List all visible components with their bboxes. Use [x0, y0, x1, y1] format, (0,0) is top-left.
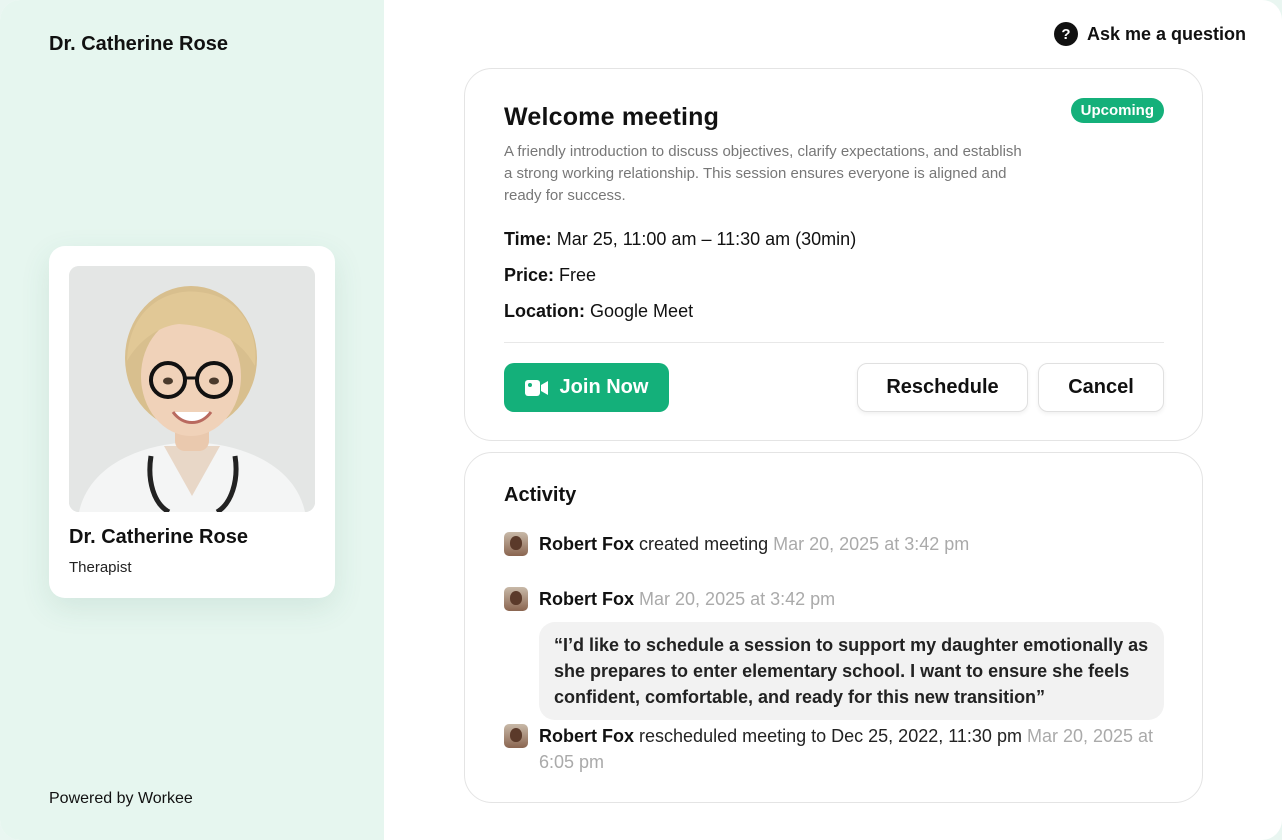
cancel-button[interactable]: Cancel: [1038, 363, 1164, 412]
brand-name: Dr. Catherine Rose: [49, 33, 228, 55]
meeting-price-row: Price: Free: [504, 265, 596, 286]
activity-action: rescheduled meeting to Dec 25, 2022, 11:…: [639, 726, 1022, 746]
ask-question-link[interactable]: ? Ask me a question: [1053, 22, 1246, 46]
profile-role: Therapist: [69, 559, 132, 576]
avatar: [504, 532, 528, 556]
activity-entry: Robert Fox rescheduled meeting to Dec 25…: [504, 723, 1164, 775]
reschedule-button[interactable]: Reschedule: [857, 363, 1028, 412]
status-badge: Upcoming: [1070, 98, 1164, 123]
question-icon: ?: [1053, 22, 1078, 46]
activity-card: Activity Robert Fox created meeting Mar …: [464, 452, 1203, 803]
location-label: Location:: [504, 301, 585, 321]
ask-question-label: Ask me a question: [1086, 23, 1246, 44]
time-label: Time:: [504, 229, 552, 249]
profile-card: Dr. Catherine Rose Therapist: [49, 246, 335, 598]
activity-timestamp: Mar 20, 2025 at 3:42 pm: [639, 589, 836, 609]
meeting-title: Welcome meeting: [504, 103, 720, 131]
profile-photo: [69, 266, 315, 512]
activity-entry: Robert Fox Mar 20, 2025 at 3:42 pm: [504, 586, 1164, 612]
activity-user[interactable]: Robert Fox: [539, 726, 634, 746]
activity-entry: Robert Fox created meeting Mar 20, 2025 …: [504, 531, 1164, 557]
time-value: Mar 25, 11:00 am – 11:30 am (30min): [556, 229, 857, 249]
comment-bubble: “I’d like to schedule a session to suppo…: [539, 622, 1164, 720]
video-camera-icon: [524, 379, 548, 396]
activity-timestamp: Mar 20, 2025 at 3:42 pm: [773, 534, 970, 554]
powered-by-text: Powered by Workee: [49, 790, 193, 807]
location-value: Google Meet: [590, 301, 694, 321]
price-value: Free: [559, 265, 597, 285]
avatar: [504, 724, 528, 748]
app-window: Dr. Catherine Rose Dr. Catherine Rose Th…: [0, 0, 1282, 840]
activity-action: created meeting: [639, 534, 769, 554]
meeting-card: Welcome meeting Upcoming A friendly intr…: [464, 68, 1203, 441]
divider: [504, 342, 1164, 343]
join-now-button[interactable]: Join Now: [504, 363, 669, 412]
meeting-time-row: Time: Mar 25, 11:00 am – 11:30 am (30min…: [504, 229, 856, 250]
join-now-label: Join Now: [559, 376, 649, 398]
sidebar: Dr. Catherine Rose Dr. Catherine Rose Th…: [0, 0, 384, 840]
activity-title: Activity: [504, 484, 577, 506]
activity-user[interactable]: Robert Fox: [539, 534, 634, 554]
profile-name: Dr. Catherine Rose: [69, 526, 248, 548]
meeting-location-row: Location: Google Meet: [504, 301, 693, 322]
price-label: Price:: [504, 265, 555, 285]
meeting-description: A friendly introduction to discuss objec…: [504, 143, 1022, 204]
therapist-portrait-image: [69, 266, 315, 512]
activity-user[interactable]: Robert Fox: [539, 589, 634, 609]
avatar: [504, 587, 528, 611]
